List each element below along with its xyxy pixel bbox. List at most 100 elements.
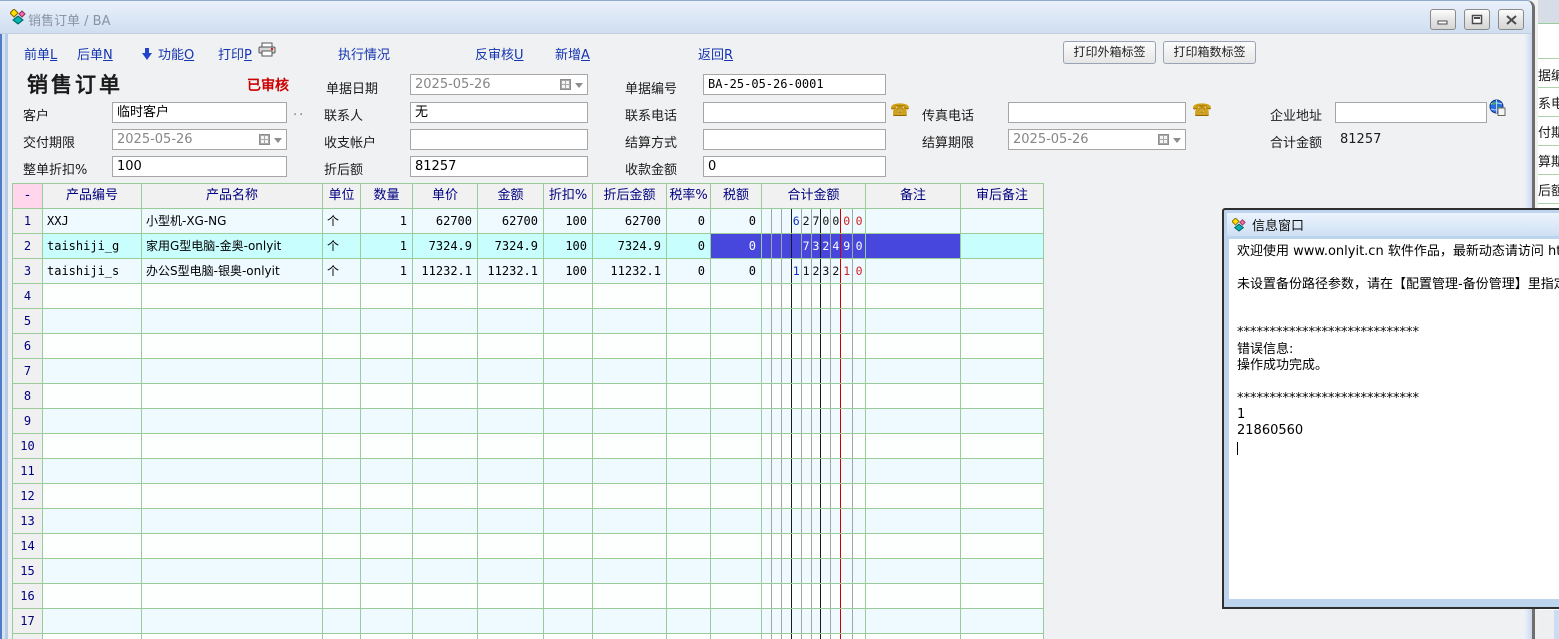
cell-total[interactable] bbox=[762, 409, 866, 434]
cell-name[interactable]: 家用G型电脑-金奥-onlyit bbox=[142, 234, 323, 259]
cell-code[interactable]: XXJ bbox=[43, 209, 142, 234]
cell-remark[interactable] bbox=[866, 334, 961, 359]
cell-audit_remark[interactable] bbox=[961, 634, 1044, 639]
cell-tax_rate[interactable] bbox=[667, 534, 711, 559]
cell-tax_rate[interactable] bbox=[667, 634, 711, 639]
cell-name[interactable] bbox=[142, 384, 323, 409]
cell-audit_remark[interactable] bbox=[961, 284, 1044, 309]
column-header-price[interactable]: 单价 bbox=[413, 184, 478, 209]
cell-remark[interactable] bbox=[866, 584, 961, 609]
cell-code[interactable] bbox=[43, 609, 142, 634]
cell-no[interactable]: 14 bbox=[13, 534, 43, 559]
calendar-icon[interactable] bbox=[259, 134, 270, 145]
menu-item-4[interactable]: 打印P bbox=[218, 44, 252, 63]
cell-tax[interactable] bbox=[711, 584, 762, 609]
dropdown-arrow-icon[interactable] bbox=[575, 83, 583, 92]
cell-tax_rate[interactable]: 0 bbox=[667, 209, 711, 234]
cell-remark[interactable] bbox=[866, 284, 961, 309]
cell-code[interactable] bbox=[43, 484, 142, 509]
dropdown-arrow-icon[interactable] bbox=[274, 138, 282, 147]
print-box-count-label-button[interactable]: 打印箱数标签 bbox=[1163, 41, 1256, 64]
cell-discounted[interactable] bbox=[593, 534, 667, 559]
cell-name[interactable] bbox=[142, 534, 323, 559]
cell-discounted[interactable] bbox=[593, 334, 667, 359]
cell-tax[interactable] bbox=[711, 384, 762, 409]
cell-amount[interactable] bbox=[478, 284, 544, 309]
cell-no[interactable]: 4 bbox=[13, 284, 43, 309]
cell-qty[interactable] bbox=[361, 559, 413, 584]
cell-amount[interactable] bbox=[478, 634, 544, 639]
column-header-amount[interactable]: 金额 bbox=[478, 184, 544, 209]
menu-item-7[interactable]: 新增A bbox=[555, 44, 590, 63]
cell-tax[interactable] bbox=[711, 484, 762, 509]
menu-item-3[interactable]: 功能O bbox=[142, 44, 194, 63]
cell-tax[interactable] bbox=[711, 309, 762, 334]
cell-unit[interactable] bbox=[323, 284, 361, 309]
cell-name[interactable] bbox=[142, 409, 323, 434]
cell-amount[interactable]: 7324.9 bbox=[478, 234, 544, 259]
cell-discounted[interactable]: 7324.9 bbox=[593, 234, 667, 259]
cell-remark[interactable] bbox=[866, 309, 961, 334]
cell-code[interactable] bbox=[43, 334, 142, 359]
phone-dial-icon[interactable]: ☎ bbox=[1192, 100, 1212, 119]
cell-code[interactable] bbox=[43, 309, 142, 334]
cell-tax[interactable] bbox=[711, 284, 762, 309]
menu-item-2[interactable]: 后单N bbox=[77, 44, 113, 63]
cell-amount[interactable] bbox=[478, 409, 544, 434]
cell-price[interactable] bbox=[413, 284, 478, 309]
cell-remark[interactable] bbox=[866, 459, 961, 484]
menu-item-6[interactable]: 反审核U bbox=[475, 44, 524, 63]
cell-audit_remark[interactable] bbox=[961, 534, 1044, 559]
cell-no[interactable]: 13 bbox=[13, 509, 43, 534]
cell-tax[interactable] bbox=[711, 334, 762, 359]
cell-tax_rate[interactable] bbox=[667, 359, 711, 384]
cell-remark[interactable] bbox=[866, 634, 961, 639]
cell-unit[interactable] bbox=[323, 509, 361, 534]
cell-discounted[interactable] bbox=[593, 609, 667, 634]
cell-unit[interactable] bbox=[323, 384, 361, 409]
column-header-audit_remark[interactable]: 审后备注 bbox=[961, 184, 1044, 209]
cell-qty[interactable] bbox=[361, 309, 413, 334]
cell-audit_remark[interactable] bbox=[961, 409, 1044, 434]
menu-item-8[interactable]: 返回R bbox=[698, 44, 733, 63]
cell-unit[interactable]: 个 bbox=[323, 209, 361, 234]
cell-unit[interactable]: 个 bbox=[323, 259, 361, 284]
cell-tax[interactable]: 0 bbox=[711, 259, 762, 284]
cell-name[interactable] bbox=[142, 609, 323, 634]
cell-no[interactable]: 17 bbox=[13, 609, 43, 634]
cell-discounted[interactable] bbox=[593, 509, 667, 534]
cell-amount[interactable]: 62700 bbox=[478, 209, 544, 234]
cell-discounted[interactable]: 62700 bbox=[593, 209, 667, 234]
cell-tax_rate[interactable] bbox=[667, 384, 711, 409]
message-log[interactable]: 欢迎使用 www.onlyit.cn 软件作品，最新动态请访问 http:// … bbox=[1229, 239, 1559, 599]
cell-code[interactable] bbox=[43, 634, 142, 639]
cell-code[interactable] bbox=[43, 384, 142, 409]
cell-qty[interactable] bbox=[361, 609, 413, 634]
cell-total[interactable] bbox=[762, 609, 866, 634]
cell-discount[interactable]: 100 bbox=[544, 209, 593, 234]
cell-discounted[interactable] bbox=[593, 359, 667, 384]
cell-unit[interactable] bbox=[323, 609, 361, 634]
cell-remark[interactable] bbox=[866, 384, 961, 409]
cell-unit[interactable] bbox=[323, 434, 361, 459]
cell-price[interactable] bbox=[413, 309, 478, 334]
cell-name[interactable] bbox=[142, 434, 323, 459]
cell-name[interactable] bbox=[142, 334, 323, 359]
cell-discount[interactable] bbox=[544, 384, 593, 409]
cell-tax_rate[interactable] bbox=[667, 609, 711, 634]
cell-name[interactable] bbox=[142, 509, 323, 534]
cell-name[interactable] bbox=[142, 359, 323, 384]
cell-name[interactable] bbox=[142, 309, 323, 334]
cell-name[interactable] bbox=[142, 484, 323, 509]
cell-discounted[interactable] bbox=[593, 309, 667, 334]
cell-no[interactable]: 3 bbox=[13, 259, 43, 284]
cell-qty[interactable] bbox=[361, 584, 413, 609]
cell-remark[interactable] bbox=[866, 234, 961, 259]
title-bar[interactable]: 销售订单 / BA bbox=[0, 1, 1532, 34]
menu-item-5[interactable]: 执行情况 bbox=[338, 44, 390, 63]
cell-audit_remark[interactable] bbox=[961, 609, 1044, 634]
cell-discount[interactable] bbox=[544, 284, 593, 309]
cell-no[interactable]: 10 bbox=[13, 434, 43, 459]
cell-code[interactable] bbox=[43, 409, 142, 434]
cell-no[interactable]: 9 bbox=[13, 409, 43, 434]
